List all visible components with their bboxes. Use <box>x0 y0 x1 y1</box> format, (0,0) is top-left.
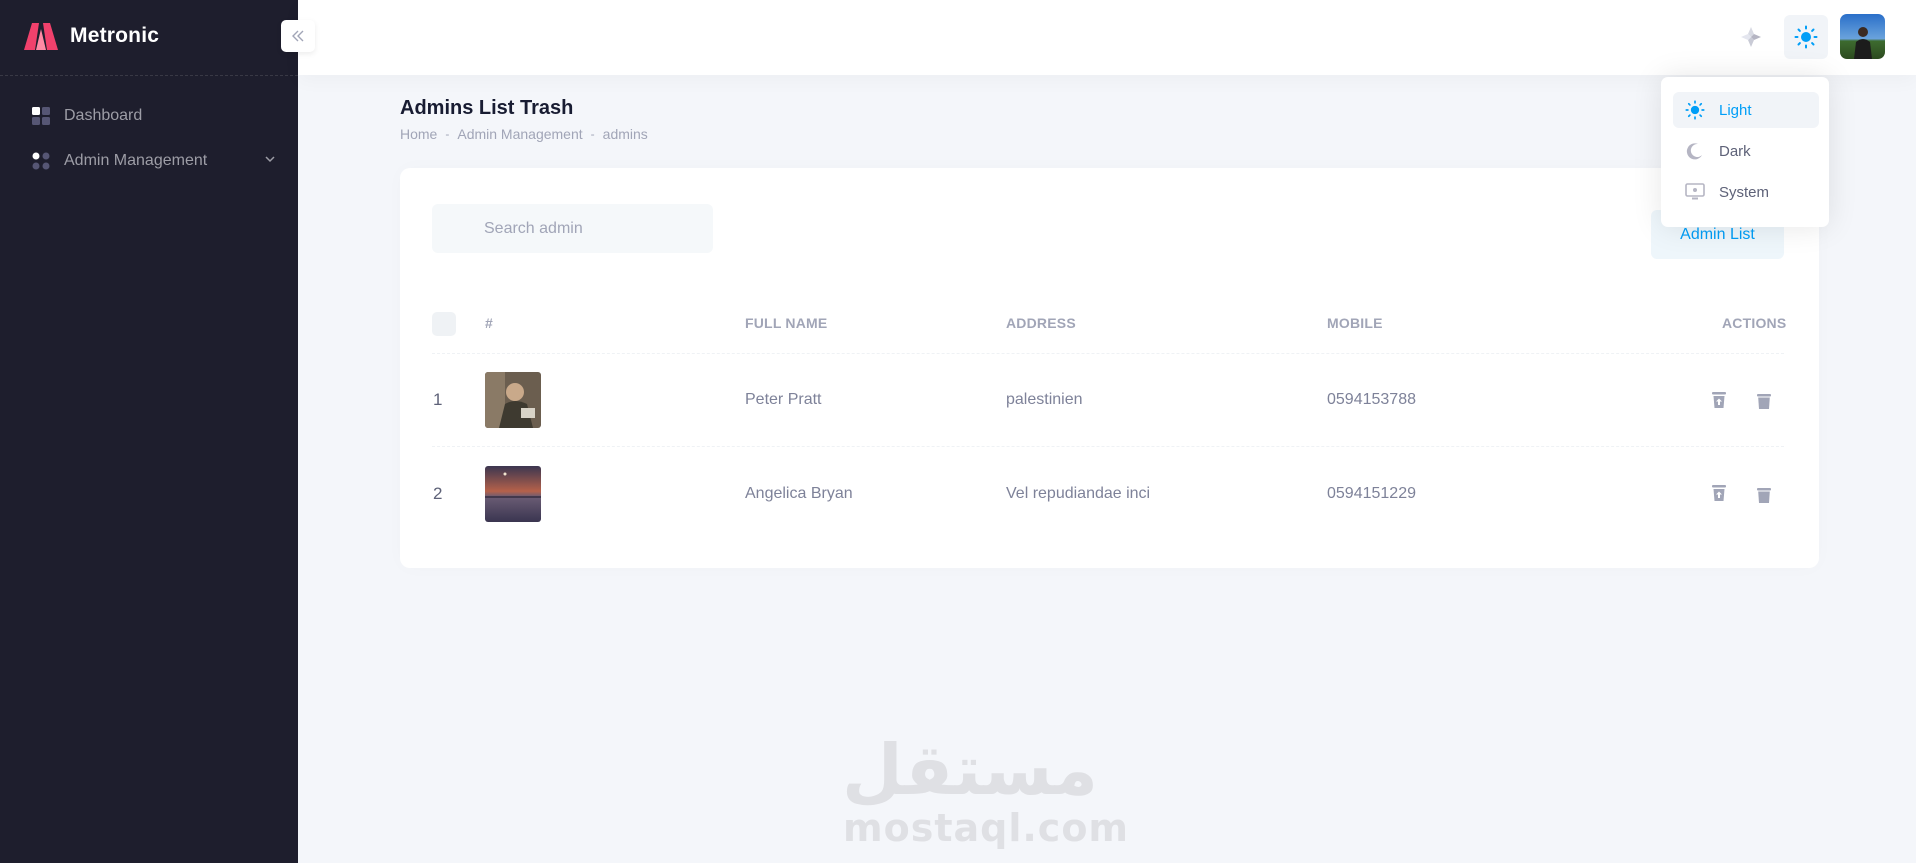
sidebar-item-dashboard[interactable]: Dashboard <box>32 104 276 128</box>
admins-card: Admin List # FULL NAME ADDRESS MOBILE AC… <box>400 168 1819 568</box>
dashboard-grid-icon <box>32 107 50 125</box>
watermark-arabic: مستقل <box>842 729 1099 811</box>
trash-restore-icon <box>1712 485 1726 501</box>
admin-photo <box>485 466 541 522</box>
breadcrumb-separator: - <box>445 127 450 141</box>
app-logo[interactable]: Metronic <box>22 20 159 52</box>
row-number: 2 <box>433 484 443 503</box>
column-header-actions: ACTIONS <box>1722 315 1787 331</box>
sun-icon <box>1794 25 1818 49</box>
theme-option-system[interactable]: System <box>1673 174 1819 210</box>
app-name: Metronic <box>70 24 160 47</box>
theme-option-dark[interactable]: Dark <box>1673 133 1819 169</box>
sidebar-divider <box>0 75 298 76</box>
column-header-number: # <box>485 315 493 331</box>
theme-mode-menu: Light Dark System <box>1661 77 1829 227</box>
trash-icon <box>1757 394 1771 409</box>
select-all-checkbox[interactable] <box>432 312 456 336</box>
mobile-cell: 0594153788 <box>1327 391 1416 408</box>
sidebar: Metronic Dashboard Admin Management <box>0 0 298 863</box>
mobile-cell: 0594151229 <box>1327 485 1416 502</box>
sidebar-item-label: Admin Management <box>64 152 208 169</box>
metronic-logo-icon <box>24 23 58 50</box>
theme-option-label: Dark <box>1719 142 1751 160</box>
column-header-address[interactable]: ADDRESS <box>1006 315 1076 331</box>
search-input[interactable] <box>432 204 713 253</box>
restore-button[interactable] <box>1709 483 1729 503</box>
sidebar-collapse-button[interactable] <box>281 20 315 52</box>
apps-dots-icon <box>32 152 50 170</box>
double-chevron-left-icon <box>292 30 304 42</box>
column-header-mobile[interactable]: MOBILE <box>1327 315 1383 331</box>
theme-toggle-button[interactable] <box>1784 15 1828 59</box>
sidebar-item-label: Dashboard <box>64 107 143 124</box>
page-title: Admins List Trash <box>400 97 574 119</box>
breadcrumb-admins: admins <box>602 126 648 142</box>
user-avatar[interactable] <box>1840 14 1885 59</box>
trash-restore-icon <box>1712 392 1726 408</box>
full-name-cell: Peter Pratt <box>745 391 822 408</box>
restore-button[interactable] <box>1709 390 1729 410</box>
sidebar-item-admin-management[interactable]: Admin Management <box>32 149 276 173</box>
quick-links-button[interactable] <box>1729 15 1773 59</box>
avatar-image <box>1840 14 1885 59</box>
column-header-full-name[interactable]: FULL NAME <box>745 315 827 331</box>
sparkle-icon <box>1741 27 1761 47</box>
breadcrumb-home[interactable]: Home <box>400 126 437 142</box>
top-header <box>298 0 1916 75</box>
address-cell: palestinien <box>1006 391 1083 408</box>
theme-option-light[interactable]: Light <box>1673 92 1819 128</box>
full-name-cell: Angelica Bryan <box>745 485 853 502</box>
breadcrumb-admin-management[interactable]: Admin Management <box>457 126 582 142</box>
table-divider <box>432 446 1784 447</box>
moon-icon <box>1685 141 1705 161</box>
chevron-down-icon <box>265 156 275 163</box>
delete-forever-button[interactable] <box>1754 391 1774 411</box>
trash-icon <box>1757 488 1771 503</box>
row-number: 1 <box>433 390 443 409</box>
address-cell: Vel repudiandae inci <box>1006 485 1151 502</box>
sun-icon <box>1685 100 1705 120</box>
breadcrumb: Home - Admin Management - admins <box>400 126 648 142</box>
admin-photo <box>485 372 541 428</box>
theme-option-label: System <box>1719 183 1770 201</box>
monitor-icon <box>1685 182 1705 202</box>
breadcrumb-separator: - <box>590 127 595 141</box>
watermark-latin: mostaql.com <box>843 806 1130 850</box>
table-divider <box>432 353 1784 354</box>
theme-option-label: Light <box>1719 101 1752 119</box>
delete-forever-button[interactable] <box>1754 485 1774 505</box>
